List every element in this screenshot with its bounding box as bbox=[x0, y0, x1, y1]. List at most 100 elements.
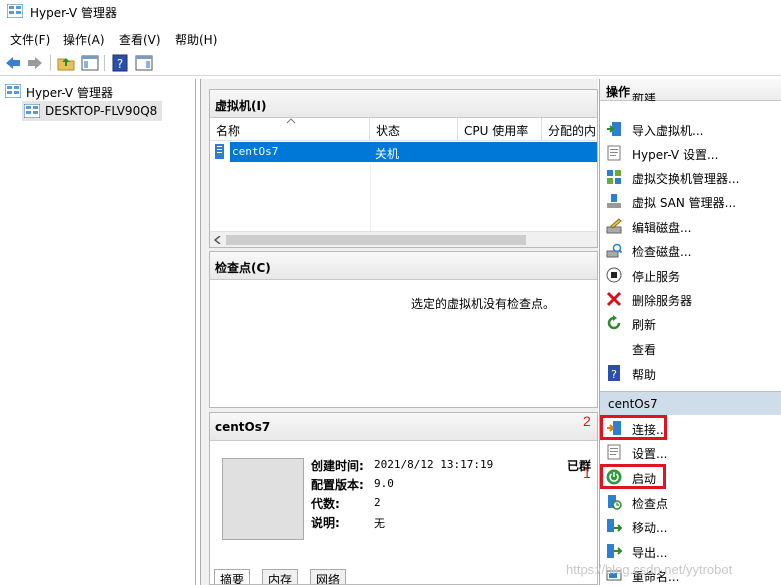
column-divider bbox=[370, 163, 371, 231]
actions-section-vm-label: centOs7 bbox=[608, 397, 658, 411]
move-icon bbox=[607, 519, 622, 532]
tree-server-label: DESKTOP-FLV90Q8 bbox=[45, 104, 158, 118]
action-virtual-san-manager[interactable]: 虚拟 SAN 管理器... bbox=[600, 189, 781, 213]
tab-memory[interactable]: 内存 bbox=[262, 569, 299, 584]
checkpoint-icon bbox=[608, 495, 622, 510]
action-view-label: 查看 bbox=[632, 343, 657, 357]
svg-text:?: ? bbox=[117, 57, 123, 71]
annotation-number-1: 1 bbox=[583, 465, 591, 481]
menu-help[interactable]: 帮助(H) bbox=[175, 31, 217, 48]
scroll-left-icon[interactable] bbox=[214, 236, 221, 244]
folder-up-icon[interactable] bbox=[57, 54, 75, 72]
forward-arrow-icon[interactable] bbox=[26, 54, 44, 72]
scroll-thumb[interactable] bbox=[226, 235, 526, 245]
action-remove-server[interactable]: 删除服务器 bbox=[600, 287, 781, 311]
inspect-disk-icon bbox=[606, 243, 622, 258]
col-memory[interactable]: 分配的内 bbox=[542, 118, 597, 140]
import-vm-icon bbox=[607, 122, 621, 136]
hyperv-app-icon bbox=[7, 4, 23, 18]
tab-summary[interactable]: 摘要 bbox=[214, 569, 251, 584]
prop-version-value: 9.0 bbox=[374, 477, 394, 490]
action-edit-disk[interactable]: 编辑磁盘... bbox=[600, 214, 781, 238]
export-icon bbox=[607, 544, 622, 558]
summary-panel-title: centOs7 bbox=[215, 420, 271, 434]
action-virtual-san-manager-label: 虚拟 SAN 管理器... bbox=[632, 196, 737, 210]
stop-icon bbox=[606, 267, 622, 283]
action-inspect-disk[interactable]: 检查磁盘... bbox=[600, 238, 781, 262]
action-remove-server-label: 删除服务器 bbox=[632, 294, 693, 308]
vm-panel-header: 虚拟机(I) bbox=[210, 90, 597, 118]
tab-network[interactable]: 网络 bbox=[310, 569, 347, 584]
action-move[interactable]: 移动... bbox=[600, 514, 781, 538]
edit-disk-icon bbox=[606, 218, 622, 234]
summary-tabs: 摘要 内存 网络 bbox=[212, 569, 372, 584]
prop-notes-value: 无 bbox=[374, 517, 385, 530]
action-refresh[interactable]: 刷新 bbox=[600, 311, 781, 335]
show-hide-tree-icon[interactable] bbox=[81, 54, 99, 72]
actions-pane: 操作 新建 导入虚拟机... Hyper-V 设置... 虚拟交换机管理器...… bbox=[599, 79, 781, 585]
show-hide-action-pane-icon[interactable] bbox=[135, 54, 153, 72]
col-state[interactable]: 状态 bbox=[370, 118, 458, 140]
vm-horizontal-scrollbar[interactable] bbox=[210, 231, 597, 247]
summary-panel: centOs7 创建时间: 2021/8/12 13:17:19 配置版本: 9… bbox=[209, 412, 598, 585]
action-edit-disk-label: 编辑磁盘... bbox=[632, 221, 692, 235]
prop-generation-value: 2 bbox=[374, 496, 381, 509]
vm-column-headers: 名称 状态 CPU 使用率 分配的内 bbox=[210, 118, 597, 141]
virtual-san-icon bbox=[607, 194, 621, 208]
virtual-switch-icon bbox=[607, 170, 621, 184]
action-stop-service[interactable]: 停止服务 bbox=[600, 263, 781, 287]
settings-page-icon bbox=[607, 444, 621, 460]
action-import-vm-label: 导入虚拟机... bbox=[632, 124, 704, 138]
selected-row-highlight: centOs7 关机 bbox=[230, 142, 597, 162]
server-icon bbox=[24, 104, 40, 118]
checkpoint-empty-message: 选定的虚拟机没有检查点。 bbox=[411, 297, 556, 311]
action-help[interactable]: ? 帮助 bbox=[600, 361, 781, 385]
action-hyperv-settings-label: Hyper-V 设置... bbox=[632, 148, 719, 162]
tree-item-root[interactable]: Hyper-V 管理器 bbox=[0, 81, 196, 101]
menu-bar: 文件(F) 操作(A) 查看(V) 帮助(H) bbox=[0, 28, 781, 50]
annotation-number-2: 2 bbox=[583, 413, 591, 429]
vm-name-cell: centOs7 bbox=[232, 145, 279, 158]
menu-action[interactable]: 操作(A) bbox=[63, 31, 105, 48]
action-vm-settings[interactable]: 设置... bbox=[600, 440, 781, 464]
sort-ascending-icon bbox=[286, 118, 296, 124]
menu-view[interactable]: 查看(V) bbox=[119, 31, 161, 48]
menu-file[interactable]: 文件(F) bbox=[10, 31, 50, 48]
vm-panel: 虚拟机(I) 名称 状态 CPU 使用率 分配的内 centOs7 关机 bbox=[209, 89, 598, 248]
window-title: Hyper-V 管理器 bbox=[30, 6, 117, 20]
tree-item-server[interactable]: DESKTOP-FLV90Q8 bbox=[22, 101, 162, 121]
action-export[interactable]: 导出... bbox=[600, 539, 781, 563]
settings-page-icon bbox=[607, 145, 621, 161]
action-virtual-switch-manager-label: 虚拟交换机管理器... bbox=[632, 172, 740, 186]
action-vm-settings-label: 设置... bbox=[632, 447, 668, 461]
prop-version-key: 配置版本: bbox=[311, 478, 364, 492]
table-row[interactable]: centOs7 关机 bbox=[210, 141, 597, 163]
prop-notes-key: 说明: bbox=[311, 516, 340, 530]
action-new-label: 新建 bbox=[632, 93, 657, 103]
action-hyperv-settings[interactable]: Hyper-V 设置... bbox=[600, 141, 781, 165]
action-view[interactable]: 查看 bbox=[600, 336, 781, 360]
delete-x-icon bbox=[606, 291, 622, 307]
toolbar-separator bbox=[104, 55, 105, 71]
toolbar-separator bbox=[50, 55, 51, 71]
annotation-box-start bbox=[600, 464, 666, 489]
col-cpu[interactable]: CPU 使用率 bbox=[458, 118, 542, 140]
action-import-vm[interactable]: 导入虚拟机... bbox=[600, 117, 781, 141]
actions-section-vm[interactable]: centOs7 bbox=[600, 391, 781, 415]
checkpoint-panel: 检查点(C) 选定的虚拟机没有检查点。 bbox=[209, 251, 598, 408]
back-arrow-icon[interactable] bbox=[4, 54, 22, 72]
prop-generation-key: 代数: bbox=[311, 497, 340, 511]
action-checkpoint[interactable]: 检查点 bbox=[600, 490, 781, 514]
action-new[interactable]: 新建 bbox=[600, 93, 781, 105]
action-refresh-label: 刷新 bbox=[632, 318, 657, 332]
hyperv-manager-icon bbox=[5, 84, 21, 98]
summary-panel-header: centOs7 bbox=[210, 413, 597, 441]
action-checkpoint-label: 检查点 bbox=[632, 497, 669, 511]
help-icon: ? bbox=[608, 365, 620, 381]
vm-panel-title: 虚拟机(I) bbox=[215, 99, 267, 113]
action-virtual-switch-manager[interactable]: 虚拟交换机管理器... bbox=[600, 165, 781, 189]
action-stop-service-label: 停止服务 bbox=[632, 270, 681, 284]
action-help-label: 帮助 bbox=[632, 368, 657, 382]
svg-text:?: ? bbox=[611, 368, 617, 381]
help-icon[interactable]: ? bbox=[111, 54, 129, 72]
